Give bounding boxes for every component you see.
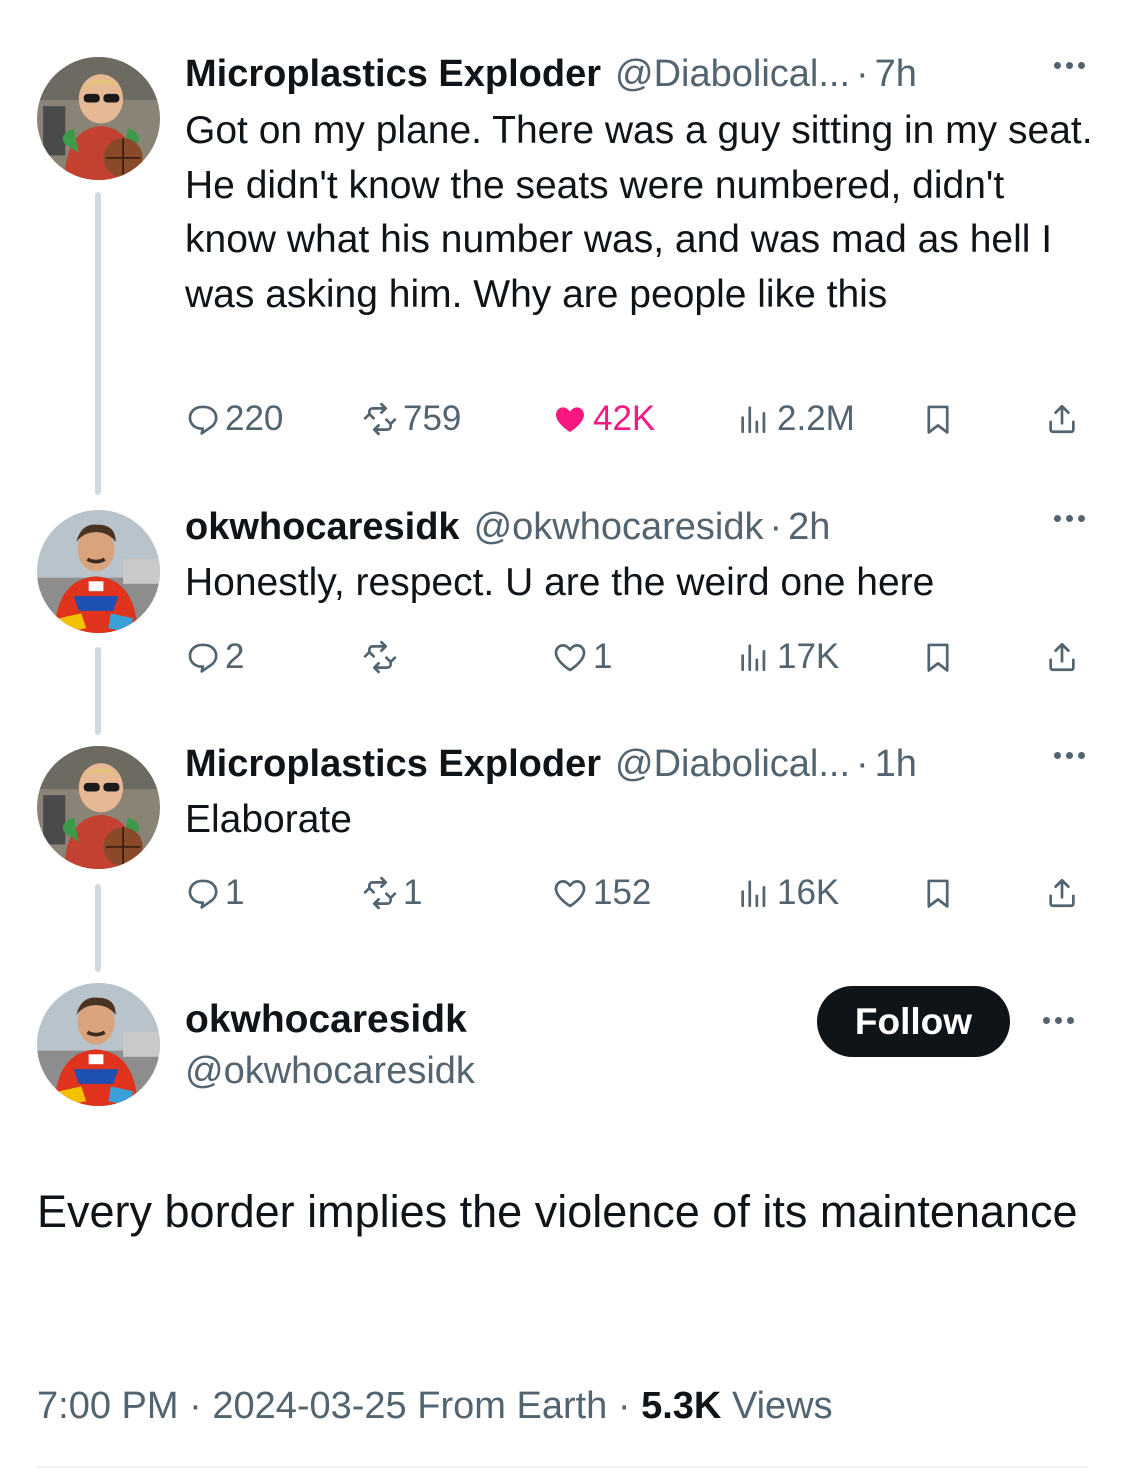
like-button[interactable]: 152 xyxy=(553,868,651,918)
tweet-text: Got on my plane. There was a guy sitting… xyxy=(185,109,1093,316)
avatar-basketball-player-image xyxy=(37,746,160,869)
display-name[interactable]: Microplastics Exploder xyxy=(185,53,601,96)
reply-button[interactable]: 1 xyxy=(185,868,244,918)
share-icon xyxy=(1049,878,1075,908)
view-count: 2.2M xyxy=(777,399,855,438)
heart-icon xyxy=(554,880,586,908)
separator-dot: · xyxy=(617,1385,642,1427)
handle[interactable]: @Diabolical... xyxy=(615,743,850,786)
tweet-actions: 1 1 152 16K xyxy=(185,868,1085,918)
post-time[interactable]: 7:00 PM xyxy=(37,1385,179,1427)
reply-icon xyxy=(188,643,218,673)
bookmark-button[interactable] xyxy=(921,394,955,444)
avatar[interactable] xyxy=(37,983,160,1106)
reply-count: 2 xyxy=(225,637,245,676)
views-icon xyxy=(741,644,766,672)
avatar-race-driver-image xyxy=(37,983,160,1106)
share-icon xyxy=(1049,404,1075,434)
reply-button[interactable]: 220 xyxy=(185,394,283,444)
separator-dot: · xyxy=(856,52,869,95)
view-count: 16K xyxy=(777,873,840,912)
reply-count: 220 xyxy=(225,399,284,438)
views-label: Views xyxy=(731,1385,833,1427)
thread-line xyxy=(95,884,101,972)
thread-line xyxy=(95,647,101,735)
handle[interactable]: @okwhocaresidk xyxy=(185,1050,475,1093)
repost-icon xyxy=(363,876,397,910)
avatar[interactable] xyxy=(37,510,160,633)
divider xyxy=(37,1466,1088,1468)
separator-dot: · xyxy=(856,742,869,785)
tweet-meta: 7:00 PM · 2024-03-25 From Earth · 5.3K V… xyxy=(37,1385,833,1428)
bookmark-icon xyxy=(927,405,949,434)
views-button[interactable]: 16K xyxy=(737,868,839,918)
views-icon xyxy=(741,880,766,908)
views-button[interactable]: 17K xyxy=(737,632,839,682)
views-button[interactable]: 2.2M xyxy=(737,394,855,444)
bookmark-icon xyxy=(927,643,949,672)
post-source: From Earth xyxy=(417,1385,608,1427)
avatar-race-driver-image xyxy=(37,510,160,633)
tweet-header: Microplastics Exploder @Diabolical... · … xyxy=(185,52,1085,96)
tweet-text: Honestly, respect. U are the weird one h… xyxy=(185,561,935,604)
thread-line xyxy=(95,192,101,495)
reply-button[interactable]: 2 xyxy=(185,632,244,682)
like-count: 42K xyxy=(593,399,656,438)
avatar[interactable] xyxy=(37,746,160,869)
tweet-text: Every border implies the violence of its… xyxy=(37,1186,1078,1237)
like-count: 1 xyxy=(593,637,613,676)
reply-icon xyxy=(188,405,218,435)
follow-button[interactable]: Follow xyxy=(817,986,1010,1057)
post-date[interactable]: 2024-03-25 xyxy=(212,1385,406,1427)
more-options-icon[interactable] xyxy=(1054,515,1085,522)
timestamp[interactable]: 7h xyxy=(875,53,917,96)
tweet-header: okwhocaresidk @okwhocaresidk · 2h xyxy=(185,505,1085,549)
heart-icon xyxy=(554,644,586,672)
like-button[interactable]: 42K xyxy=(553,394,655,444)
repost-button[interactable] xyxy=(363,632,403,682)
separator-dot: · xyxy=(769,505,783,548)
repost-icon xyxy=(363,640,397,674)
like-count: 152 xyxy=(593,873,652,912)
heart-filled-icon xyxy=(555,407,585,433)
tweet-header: Microplastics Exploder @Diabolical... · … xyxy=(185,742,1085,786)
repost-count: 1 xyxy=(403,873,423,912)
repost-button[interactable]: 759 xyxy=(363,394,461,444)
tweet-actions: 220 759 42K 2.2M xyxy=(185,394,1085,444)
display-name[interactable]: okwhocaresidk xyxy=(185,506,460,549)
handle[interactable]: @okwhocaresidk xyxy=(474,506,764,549)
views-count: 5.3K xyxy=(641,1385,722,1427)
repost-count: 759 xyxy=(403,399,462,438)
bookmark-icon xyxy=(927,879,949,908)
tweet-actions: 2 1 17K xyxy=(185,632,1085,682)
display-name[interactable]: okwhocaresidk xyxy=(185,998,467,1042)
tweet-text: Elaborate xyxy=(185,798,352,841)
display-name[interactable]: Microplastics Exploder xyxy=(185,743,601,786)
timestamp[interactable]: 2h xyxy=(788,506,830,549)
repost-button[interactable]: 1 xyxy=(363,868,422,918)
timestamp[interactable]: 1h xyxy=(875,743,917,786)
avatar[interactable] xyxy=(37,57,160,180)
view-count: 17K xyxy=(777,637,840,676)
views-icon xyxy=(741,406,766,434)
reply-count: 1 xyxy=(225,873,245,912)
share-icon xyxy=(1049,642,1075,672)
avatar-basketball-player-image xyxy=(37,57,160,180)
share-button[interactable] xyxy=(1045,632,1079,682)
more-options-icon[interactable] xyxy=(1043,1017,1125,1024)
reply-icon xyxy=(188,879,218,909)
separator-dot: · xyxy=(189,1385,213,1427)
share-button[interactable] xyxy=(1045,394,1079,444)
bookmark-button[interactable] xyxy=(921,632,955,682)
handle[interactable]: @Diabolical... xyxy=(615,53,850,96)
repost-icon xyxy=(363,402,397,436)
share-button[interactable] xyxy=(1045,868,1079,918)
like-button[interactable]: 1 xyxy=(553,632,612,682)
bookmark-button[interactable] xyxy=(921,868,955,918)
more-options-icon[interactable] xyxy=(1054,752,1085,759)
more-options-icon[interactable] xyxy=(1054,62,1085,69)
